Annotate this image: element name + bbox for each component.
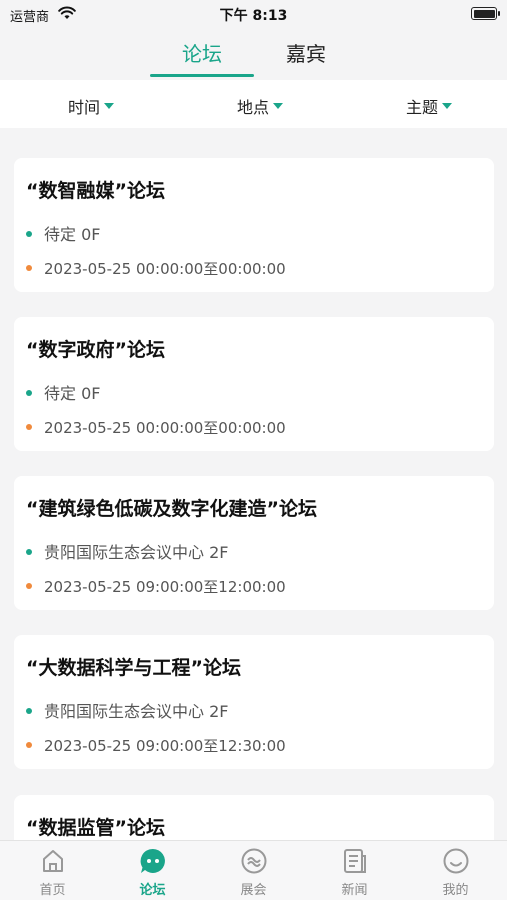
caret-down-icon (104, 103, 115, 109)
forum-location: 待定 0F (26, 380, 100, 404)
top-tabs: 论坛 嘉宾 (0, 28, 507, 78)
forum-location: 待定 0F (26, 221, 100, 245)
forum-time: 2023-05-25 00:00:00至00:00:00 (26, 258, 286, 279)
forum-location-text: 待定 0F (44, 225, 101, 244)
forum-title: “数据监管”论坛 (26, 817, 165, 839)
forum-time-text: 2023-05-25 09:00:00至12:00:00 (44, 578, 286, 596)
filter-time[interactable]: 时间 (68, 94, 115, 118)
forum-location-text: 待定 0F (44, 384, 101, 403)
forum-card[interactable]: “建筑绿色低碳及数字化建造”论坛 贵阳国际生态会议中心 2F 2023-05-2… (14, 476, 494, 610)
location-dot-icon (26, 549, 32, 555)
tabbar-item-exhibition[interactable]: 展会 (203, 847, 304, 898)
chat-bubble-icon (139, 847, 167, 875)
location-dot-icon (26, 390, 32, 396)
filter-location-label: 地点 (237, 98, 270, 117)
forum-time-text: 2023-05-25 00:00:00至00:00:00 (44, 260, 286, 278)
caret-down-icon (442, 103, 453, 109)
forum-card[interactable]: “数字政府”论坛 待定 0F 2023-05-25 00:00:00至00:00… (14, 317, 494, 451)
forum-title: “数字政府”论坛 (26, 339, 165, 361)
exhibition-icon (240, 847, 268, 875)
caret-down-icon (273, 103, 284, 109)
forum-time-text: 2023-05-25 09:00:00至12:30:00 (44, 737, 286, 755)
filter-location[interactable]: 地点 (237, 94, 284, 118)
forum-title: “建筑绿色低碳及数字化建造”论坛 (26, 498, 317, 520)
forum-time-text: 2023-05-25 00:00:00至00:00:00 (44, 419, 286, 437)
filter-bar: 时间 地点 主题 (0, 80, 507, 128)
forum-time: 2023-05-25 09:00:00至12:00:00 (26, 576, 286, 597)
filter-topic-label: 主题 (406, 98, 439, 117)
forum-time: 2023-05-25 09:00:00至12:30:00 (26, 735, 286, 756)
location-dot-icon (26, 708, 32, 714)
tabbar-label: 我的 (442, 883, 469, 898)
tabbar-label: 首页 (39, 883, 66, 898)
active-tab-indicator (150, 74, 254, 77)
forum-card[interactable]: “大数据科学与工程”论坛 贵阳国际生态会议中心 2F 2023-05-25 09… (14, 635, 494, 769)
forum-card[interactable]: “数智融媒”论坛 待定 0F 2023-05-25 00:00:00至00:00… (14, 158, 494, 292)
forum-card[interactable]: “数据监管”论坛 (14, 795, 494, 840)
tabbar-item-forum[interactable]: 论坛 (102, 847, 203, 898)
smiley-icon (442, 847, 470, 875)
status-bar: 运营商 下午 8:13 (0, 0, 507, 28)
forum-location: 贵阳国际生态会议中心 2F (26, 539, 228, 563)
forum-location-text: 贵阳国际生态会议中心 2F (44, 543, 229, 562)
forum-title: “大数据科学与工程”论坛 (26, 657, 241, 679)
time-dot-icon (26, 424, 32, 430)
forum-title: “数智融媒”论坛 (26, 180, 165, 202)
tab-guests[interactable]: 嘉宾 (254, 38, 358, 67)
filter-time-label: 时间 (68, 98, 101, 117)
news-icon (341, 847, 369, 875)
tabbar-label: 新闻 (341, 883, 368, 898)
forum-time: 2023-05-25 00:00:00至00:00:00 (26, 417, 286, 438)
bottom-tab-bar: 首页 论坛 展会 新闻 我的 (0, 840, 507, 900)
tabbar-label: 展会 (240, 883, 267, 898)
time-dot-icon (26, 583, 32, 589)
filter-topic[interactable]: 主题 (406, 94, 453, 118)
forum-location-text: 贵阳国际生态会议中心 2F (44, 702, 229, 721)
time-dot-icon (26, 742, 32, 748)
tab-forum[interactable]: 论坛 (150, 38, 254, 67)
time-dot-icon (26, 265, 32, 271)
battery-icon (471, 7, 500, 20)
tabbar-item-home[interactable]: 首页 (2, 847, 103, 898)
tabbar-item-news[interactable]: 新闻 (304, 847, 405, 898)
tabbar-item-profile[interactable]: 我的 (405, 847, 506, 898)
clock: 下午 8:13 (219, 8, 288, 24)
tabbar-label: 论坛 (139, 883, 166, 898)
location-dot-icon (26, 231, 32, 237)
home-icon (39, 847, 67, 875)
forum-location: 贵阳国际生态会议中心 2F (26, 698, 228, 722)
